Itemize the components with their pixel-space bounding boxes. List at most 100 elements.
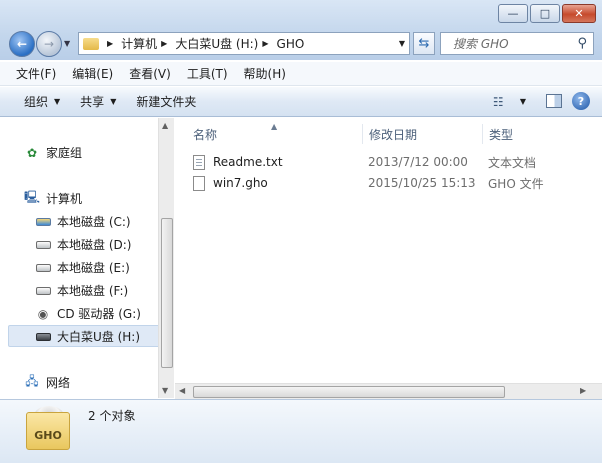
hard-drive-icon xyxy=(35,284,51,298)
column-label: 名称 xyxy=(193,127,218,142)
view-options-icon[interactable]: ☷ xyxy=(492,94,510,109)
forward-button[interactable]: → xyxy=(36,31,62,57)
computer-icon: 🖳 xyxy=(24,190,41,204)
arrow-right-icon: → xyxy=(43,37,55,51)
command-bar: 组织 ▼ 共享 ▼ 新建文件夹 ☷ ▼ ? xyxy=(0,87,602,117)
scrollbar-thumb[interactable] xyxy=(161,218,173,368)
view-dropdown-icon[interactable]: ▼ xyxy=(520,97,526,106)
nav-label: CD 驱动器 (G:) xyxy=(57,307,141,321)
chevron-down-icon: ▼ xyxy=(110,97,117,106)
nav-label: 大白菜U盘 (H:) xyxy=(57,330,141,344)
column-header-name[interactable]: ▲ 名称 xyxy=(175,122,363,144)
nav-drive-d[interactable]: 本地磁盘 (D:) xyxy=(35,236,131,253)
navigation-pane: ✿ 家庭组 🖳 计算机 本地磁盘 (C:) 本地磁盘 (D:) 本地磁盘 (E:… xyxy=(0,118,174,398)
nav-label: 家庭组 xyxy=(46,146,83,160)
network-icon: 🖧 xyxy=(25,374,39,388)
new-folder-button[interactable]: 新建文件夹 xyxy=(126,93,206,110)
usb-drive-icon xyxy=(35,330,51,344)
folder-icon-label: GHO xyxy=(34,429,62,442)
menu-edit[interactable]: 编辑(E) xyxy=(64,65,121,82)
scroll-down-icon[interactable]: ▼ xyxy=(162,386,168,395)
search-input[interactable]: 搜索 GHO ⚲ xyxy=(440,32,594,55)
column-label: 修改日期 xyxy=(369,127,418,142)
blank-file-icon xyxy=(193,175,205,191)
organize-button[interactable]: 组织 ▼ xyxy=(14,93,70,110)
hard-drive-icon xyxy=(35,261,51,275)
breadcrumb-computer[interactable]: 计算机 xyxy=(121,35,157,52)
folder-icon xyxy=(83,37,99,50)
search-icon[interactable]: ⚲ xyxy=(577,36,587,51)
breadcrumb-drive[interactable]: 大白菜U盘 (H:) xyxy=(175,35,258,52)
details-pane: GHO 2 个对象 xyxy=(0,399,602,463)
nav-drive-e[interactable]: 本地磁盘 (E:) xyxy=(35,259,130,276)
file-name: win7.gho xyxy=(213,176,268,190)
window-controls: — □ ✕ xyxy=(496,4,596,23)
hard-drive-icon xyxy=(35,238,51,252)
new-folder-label: 新建文件夹 xyxy=(136,95,197,109)
share-button[interactable]: 共享 ▼ xyxy=(70,93,126,110)
menu-view[interactable]: 查看(V) xyxy=(121,65,179,82)
refresh-icon: ⇆ xyxy=(418,36,430,51)
close-button[interactable]: ✕ xyxy=(562,4,596,23)
homegroup-icon: ✿ xyxy=(26,145,38,160)
scrollbar-thumb[interactable] xyxy=(193,386,505,398)
sort-ascending-icon: ▲ xyxy=(271,122,278,131)
file-name: Readme.txt xyxy=(213,155,283,169)
file-row[interactable]: Readme.txt 2013/7/12 00:00 文本文档 xyxy=(193,152,585,172)
chevron-right-icon[interactable]: ▶ xyxy=(161,39,167,48)
menu-tools[interactable]: 工具(T) xyxy=(179,65,236,82)
help-icon[interactable]: ? xyxy=(572,92,590,110)
chevron-right-icon[interactable]: ▶ xyxy=(107,39,113,48)
refresh-button[interactable]: ⇆ xyxy=(413,32,435,55)
cd-drive-icon: ◉ xyxy=(37,306,49,321)
recent-pages-dropdown[interactable]: ▼ xyxy=(64,39,70,48)
chevron-right-icon[interactable]: ▶ xyxy=(262,39,268,48)
minimize-button[interactable]: — xyxy=(498,4,528,23)
menu-help[interactable]: 帮助(H) xyxy=(236,65,294,82)
nav-drive-f[interactable]: 本地磁盘 (F:) xyxy=(35,282,128,299)
menu-bar: 文件(F) 编辑(E) 查看(V) 工具(T) 帮助(H) xyxy=(0,62,602,86)
nav-computer[interactable]: 🖳 计算机 xyxy=(24,190,82,207)
nav-vertical-scrollbar[interactable]: ▲ ▼ xyxy=(158,118,174,398)
column-header-type[interactable]: 类型 xyxy=(483,124,583,144)
file-list-pane: ▲ 名称 修改日期 类型 Readme.txt 2013/7/12 00:00 … xyxy=(175,118,602,398)
organize-label: 组织 xyxy=(24,95,49,109)
item-count: 2 个对象 xyxy=(88,409,136,423)
file-name-cell: Readme.txt xyxy=(193,154,368,170)
share-label: 共享 xyxy=(80,95,105,109)
horizontal-scrollbar[interactable]: ◀ ▶ xyxy=(175,383,602,399)
nav-label: 网络 xyxy=(46,376,71,390)
scroll-left-icon[interactable]: ◀ xyxy=(179,386,185,395)
search-placeholder: 搜索 GHO xyxy=(453,37,509,51)
breadcrumb-gho[interactable]: GHO xyxy=(277,37,305,51)
back-button[interactable]: ← xyxy=(9,31,35,57)
menu-file[interactable]: 文件(F) xyxy=(8,65,64,82)
address-dropdown-icon[interactable]: ▼ xyxy=(399,39,405,48)
gho-folder-icon: GHO xyxy=(26,406,70,452)
windows-drive-icon xyxy=(35,215,51,229)
breadcrumb-label: GHO xyxy=(276,36,305,51)
nav-drive-g[interactable]: ◉ CD 驱动器 (G:) xyxy=(35,305,141,322)
column-header-date[interactable]: 修改日期 xyxy=(363,124,483,144)
nav-network[interactable]: 🖧 网络 xyxy=(24,374,70,391)
preview-pane-icon[interactable] xyxy=(546,94,562,108)
file-date: 2013/7/12 00:00 xyxy=(368,155,468,169)
nav-label: 本地磁盘 (E:) xyxy=(57,261,130,275)
maximize-button[interactable]: □ xyxy=(530,4,560,23)
file-type: GHO 文件 xyxy=(488,176,544,191)
column-label: 类型 xyxy=(489,127,514,142)
nav-homegroup[interactable]: ✿ 家庭组 xyxy=(24,144,82,161)
nav-drive-h[interactable]: 大白菜U盘 (H:) xyxy=(35,328,140,345)
file-row[interactable]: win7.gho 2015/10/25 15:13 GHO 文件 xyxy=(193,173,585,193)
scroll-right-icon[interactable]: ▶ xyxy=(580,386,586,395)
file-date: 2015/10/25 15:13 xyxy=(368,176,476,190)
breadcrumb-label: 计算机 xyxy=(121,37,158,51)
scroll-up-icon[interactable]: ▲ xyxy=(162,121,168,130)
breadcrumb-label: 大白菜U盘 (H:) xyxy=(175,37,259,51)
text-file-icon xyxy=(193,154,205,170)
address-bar[interactable]: ▶ 计算机 ▶ 大白菜U盘 (H:) ▶ GHO ▼ xyxy=(78,32,410,55)
nav-drive-c[interactable]: 本地磁盘 (C:) xyxy=(35,213,131,230)
nav-label: 本地磁盘 (F:) xyxy=(57,284,129,298)
file-type: 文本文档 xyxy=(488,155,537,170)
arrow-left-icon: ← xyxy=(16,37,28,51)
